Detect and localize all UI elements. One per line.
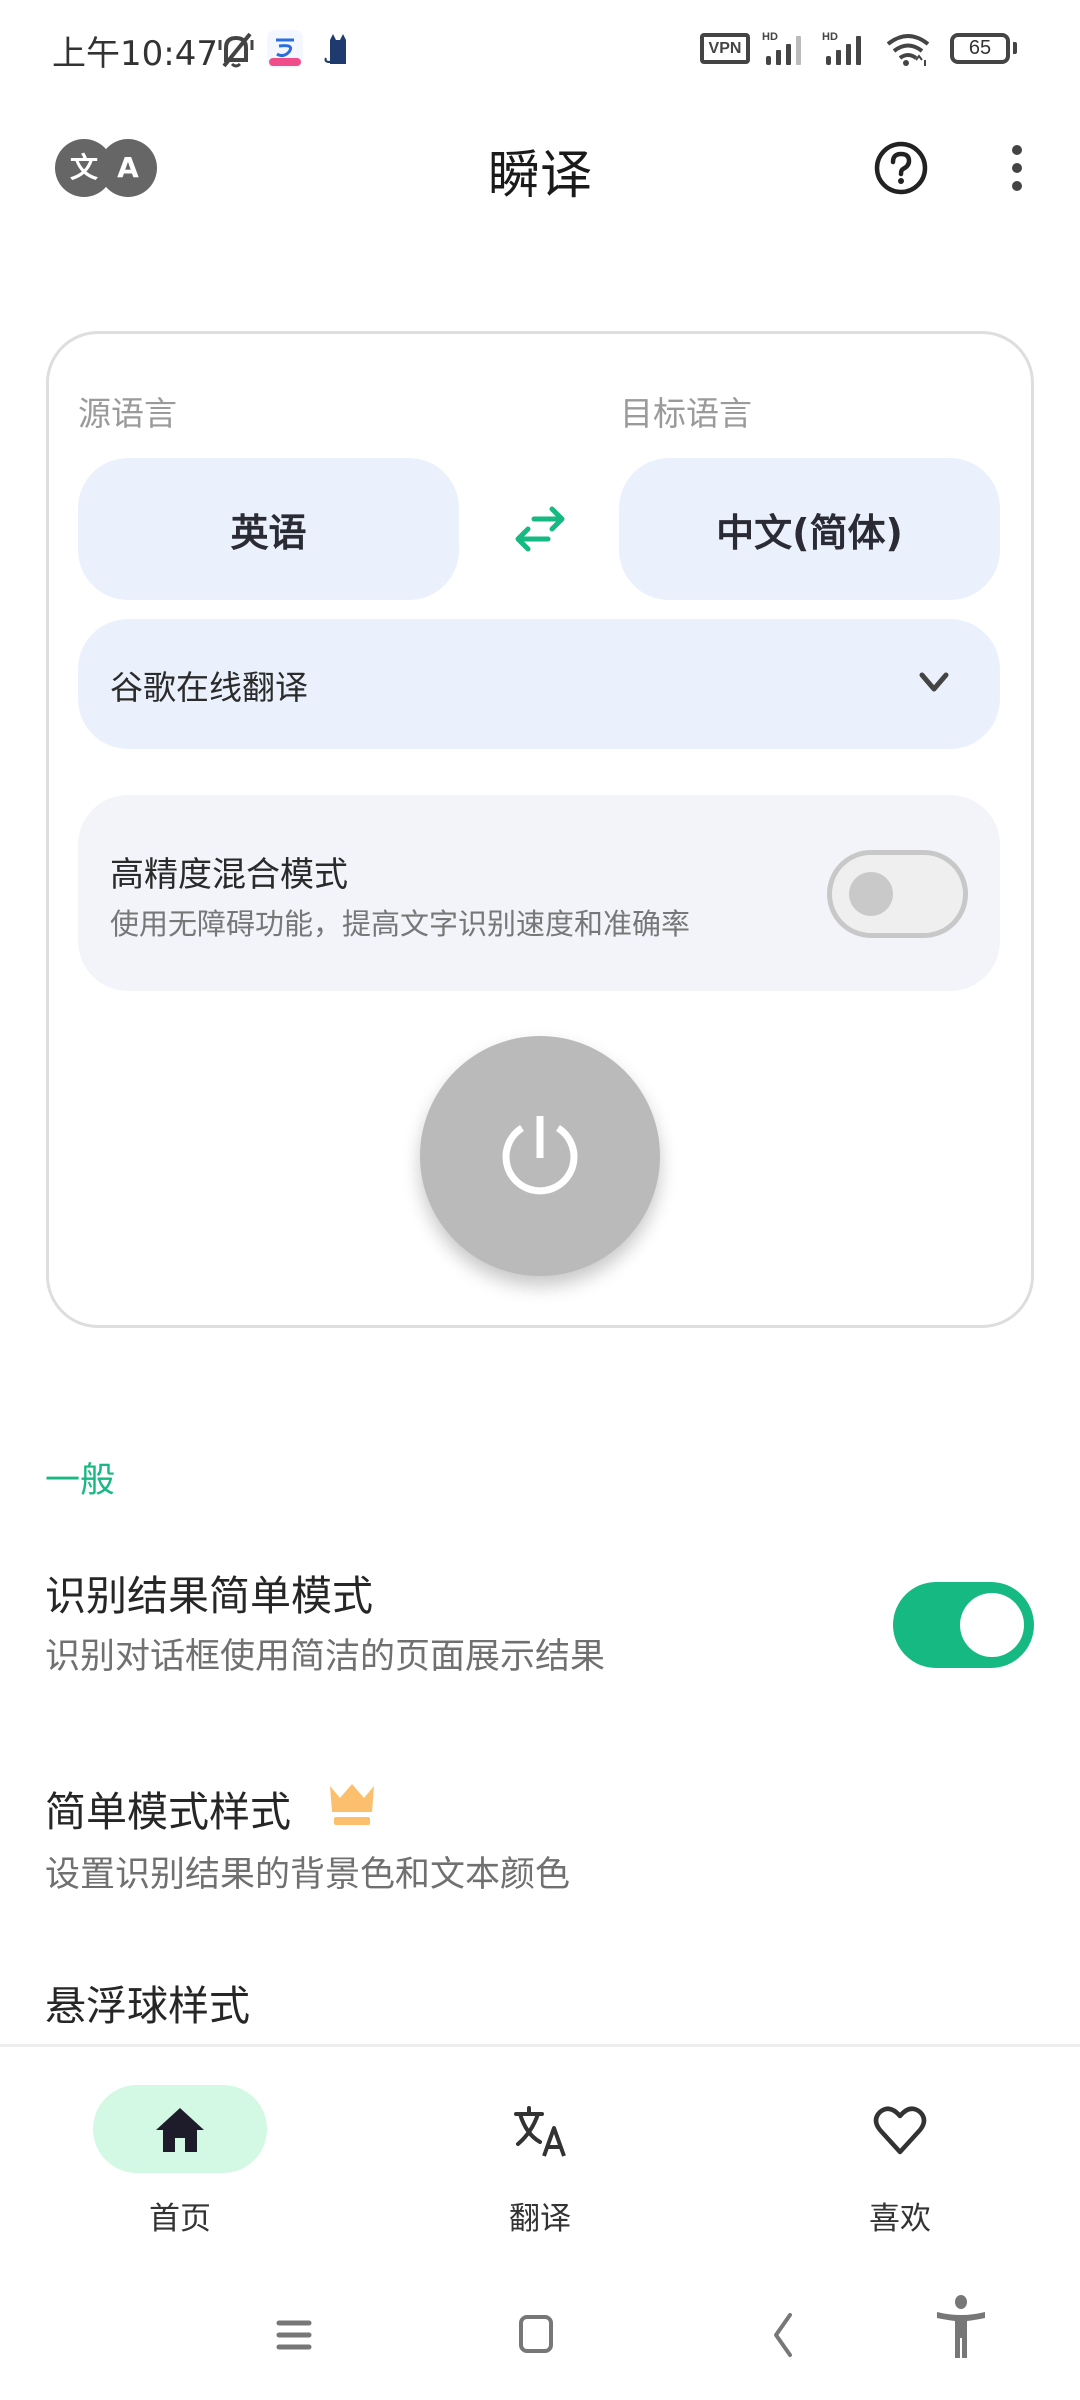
back-icon[interactable]	[760, 2309, 806, 2359]
nav-item-home[interactable]: 首页	[0, 2047, 360, 2267]
nav-item-translate[interactable]: 翻译	[360, 2047, 720, 2267]
bell-muted-icon	[218, 32, 254, 68]
nav-label: 喜欢	[869, 2201, 931, 2237]
ai-app-icon	[267, 30, 303, 68]
home-icon	[156, 2108, 204, 2152]
target-language-value: 中文(简体)	[716, 510, 903, 555]
toggle-knob	[849, 872, 893, 916]
setting-title: 悬浮球样式	[45, 1982, 250, 2030]
toggle-knob	[960, 1593, 1024, 1657]
help-icon[interactable]	[873, 140, 929, 196]
status-time: 上午10:47	[52, 34, 218, 74]
translation-engine-value: 谷歌在线翻译	[110, 668, 308, 707]
simple-result-mode-toggle[interactable]	[893, 1582, 1034, 1668]
source-language-label: 源语言	[78, 394, 177, 433]
setting-floating-ball-style[interactable]: 悬浮球样式 设置悬浮球样式和显示时间	[0, 1950, 1080, 2044]
accessibility-icon[interactable]	[935, 2294, 987, 2360]
cellular-signal-1-icon: HD	[762, 31, 801, 65]
battery-indicator: 65	[950, 33, 1010, 64]
crown-premium-icon	[330, 1784, 374, 1825]
cat-app-icon	[324, 34, 346, 64]
hybrid-mode-row: 高精度混合模式 使用无障碍功能，提高文字识别速度和准确率	[78, 795, 1000, 991]
svg-text:HD: HD	[822, 31, 838, 43]
target-language-label: 目标语言	[620, 394, 752, 433]
translate-icon	[514, 2106, 566, 2157]
hybrid-mode-toggle[interactable]	[827, 850, 968, 938]
battery-tip	[1013, 42, 1017, 54]
swap-languages-icon[interactable]	[508, 505, 572, 557]
translation-engine-dropdown[interactable]: 谷歌在线翻译	[78, 619, 1000, 749]
vpn-icon: VPN	[700, 33, 750, 64]
home-button-icon[interactable]	[513, 2309, 559, 2359]
setting-subtitle: 设置识别结果的背景色和文本颜色	[45, 1855, 571, 1895]
power-icon	[502, 1116, 578, 1195]
power-button[interactable]	[420, 1036, 660, 1276]
system-navigation-bar	[0, 2264, 1080, 2400]
nav-label: 首页	[149, 2201, 211, 2237]
setting-subtitle: 识别对话框使用简洁的页面展示结果	[45, 1637, 606, 1677]
nav-item-favorites[interactable]: 喜欢	[720, 2047, 1080, 2267]
heart-icon	[873, 2106, 927, 2155]
nav-label: 翻译	[509, 2201, 571, 2237]
svg-text:HD: HD	[762, 31, 778, 43]
hybrid-mode-title: 高精度混合模式	[110, 855, 348, 895]
cellular-signal-2-icon: HD	[822, 31, 861, 65]
recent-apps-icon[interactable]	[271, 2309, 317, 2359]
target-language-button[interactable]: 中文(简体)	[619, 458, 1000, 600]
setting-title: 简单模式样式	[45, 1788, 291, 1836]
more-options-icon[interactable]	[1005, 140, 1029, 196]
battery-level: 65	[968, 37, 992, 59]
bottom-navigation: 首页 翻译 喜欢	[0, 2044, 1080, 2264]
hybrid-mode-subtitle: 使用无障碍功能，提高文字识别速度和准确率	[110, 907, 691, 941]
source-language-button[interactable]: 英语	[78, 458, 459, 600]
chevron-down-icon	[919, 672, 949, 692]
setting-title: 识别结果简单模式	[45, 1572, 373, 1620]
source-language-value: 英语	[230, 510, 307, 555]
wifi-icon	[886, 34, 930, 66]
section-title-general: 一般	[45, 1461, 116, 1501]
